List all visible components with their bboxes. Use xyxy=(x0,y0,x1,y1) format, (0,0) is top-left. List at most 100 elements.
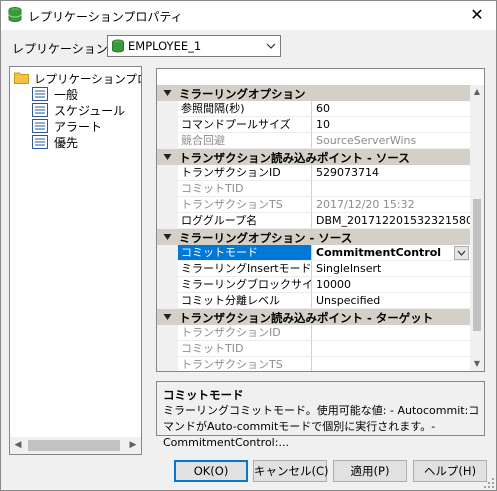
property-value[interactable] xyxy=(313,181,470,197)
scroll-down-icon[interactable]: ▼ xyxy=(472,359,482,369)
property-row[interactable]: コミット分離レベル Unspecified xyxy=(157,293,470,309)
property-name: コミット分離レベル xyxy=(178,293,312,309)
window-title: レプリケーションプロパティ xyxy=(28,10,183,24)
row-margin xyxy=(157,101,178,117)
collapse-icon[interactable] xyxy=(163,233,172,241)
property-row[interactable]: コミットTID xyxy=(157,341,470,357)
tree-root-label: レプリケーションプロパティ xyxy=(34,72,141,86)
property-row[interactable]: コミットTID xyxy=(157,181,470,197)
property-row[interactable]: ロググループ名DBM_20171220153232158099_ xyxy=(157,213,470,229)
property-value[interactable]: SourceServerWins xyxy=(313,133,470,149)
property-row[interactable]: トランザクションID xyxy=(157,325,470,341)
description-panel: コミットモード ミラーリングコミットモード。使用可能な値: - Autocomm… xyxy=(156,381,485,449)
property-value[interactable]: CommitmentControl xyxy=(313,245,470,261)
grid-top-spacer xyxy=(157,69,484,85)
property-name: ミラーリングInsertモード xyxy=(178,261,312,277)
apply-button[interactable]: 適用(P) xyxy=(333,460,407,482)
value-dropdown-button[interactable] xyxy=(454,246,469,260)
row-margin xyxy=(157,181,178,197)
row-margin xyxy=(157,325,178,341)
row-margin xyxy=(157,341,178,357)
scroll-left-icon[interactable]: ◀ xyxy=(13,440,23,450)
property-value[interactable]: SingleInsert xyxy=(313,261,470,277)
category-label: トランザクション読み込みポイント - ソース xyxy=(179,151,410,165)
chevron-down-icon xyxy=(457,250,466,256)
row-margin xyxy=(157,357,178,371)
category-label: ミラーリングオプション xyxy=(179,87,306,101)
row-margin xyxy=(157,245,178,261)
row-margin xyxy=(157,165,178,181)
grid-vertical-scrollbar[interactable]: ▲ ▼ xyxy=(470,85,484,371)
row-margin xyxy=(157,277,178,293)
tree-horizontal-scrollbar[interactable]: ◀ ▶ xyxy=(10,437,141,454)
row-margin xyxy=(157,197,178,213)
resize-grip-icon[interactable] xyxy=(484,478,494,488)
property-row[interactable]: ミラーリングInsertモード SingleInsert xyxy=(157,261,470,277)
scrollbar-thumb[interactable] xyxy=(473,199,481,331)
scroll-up-icon[interactable]: ▲ xyxy=(472,87,482,97)
collapse-icon[interactable] xyxy=(163,153,172,161)
property-row[interactable]: コミットモード CommitmentControl xyxy=(157,245,470,261)
tree-item-label: スケジュール xyxy=(54,104,126,118)
property-name: トランザクションTS xyxy=(178,197,312,213)
tree-item-label: 優先 xyxy=(54,136,79,150)
category-row[interactable]: トランザクション読み込みポイント - ターゲット xyxy=(157,309,470,325)
category-row[interactable]: ミラーリングオプション xyxy=(157,85,470,101)
scroll-right-icon[interactable]: ▶ xyxy=(128,440,138,450)
property-name: トランザクションTS xyxy=(178,357,312,371)
help-button[interactable]: ヘルプ(H) xyxy=(413,460,487,482)
database-icon xyxy=(112,39,124,53)
property-row[interactable]: ミラーリングブロックサイズ 10000 xyxy=(157,277,470,293)
property-value[interactable]: 2017/12/20 15:32 xyxy=(313,197,470,213)
property-value[interactable] xyxy=(313,341,470,357)
description-title: コミットモード xyxy=(163,388,244,402)
row-margin xyxy=(157,117,178,133)
category-label: ミラーリングオプション - ソース xyxy=(179,231,353,245)
property-value[interactable] xyxy=(313,325,470,341)
row-margin xyxy=(157,293,178,309)
settings-tree: レプリケーションプロパティ 一般 スケジュール アラート 優先 ◀ ▶ xyxy=(9,66,142,455)
property-value[interactable]: DBM_20171220153232158099_ xyxy=(313,213,470,229)
property-name: コミットモード xyxy=(178,245,312,261)
property-row[interactable]: コマンドプールサイズ 10 xyxy=(157,117,470,133)
description-text: ミラーリングコミットモード。使用可能な値: - Autocommit:コマンドが… xyxy=(163,404,480,449)
property-grid: ▲ ▼ ミラーリングオプション 参照間隔(秒) 60 コマンドプールサイズ 10 競合回避… xyxy=(156,68,485,372)
property-page-icon xyxy=(32,135,48,149)
property-value[interactable]: 10000 xyxy=(313,277,470,293)
row-margin xyxy=(157,133,178,149)
property-value[interactable]: 10 xyxy=(313,117,470,133)
category-row[interactable]: ミラーリングオプション - ソース xyxy=(157,229,470,245)
collapse-icon[interactable] xyxy=(163,313,172,321)
property-row[interactable]: トランザクションID 529073714 xyxy=(157,165,470,181)
tree-item-label: アラート xyxy=(54,120,103,134)
property-value[interactable]: 529073714 xyxy=(313,165,470,181)
category-label: トランザクション読み込みポイント - ターゲット xyxy=(179,311,434,325)
close-icon[interactable]: ✕ xyxy=(464,4,490,26)
property-row[interactable]: トランザクションTS xyxy=(157,357,470,371)
property-name: コマンドプールサイズ xyxy=(178,117,312,133)
property-name: ロググループ名 xyxy=(178,213,312,229)
property-page-icon xyxy=(32,87,48,101)
property-name: トランザクションID xyxy=(178,325,312,341)
folder-icon xyxy=(14,72,29,84)
property-row[interactable]: 参照間隔(秒) 60 xyxy=(157,101,470,117)
property-page-icon xyxy=(32,119,48,133)
collapse-icon[interactable] xyxy=(163,89,172,97)
chevron-down-icon xyxy=(266,43,276,49)
property-value[interactable] xyxy=(313,357,470,371)
cancel-button[interactable]: キャンセル(C) xyxy=(253,460,329,482)
property-value[interactable]: Unspecified xyxy=(313,293,470,309)
properties-window: レプリケーションプロパティ ✕ レプリケーション(R) EMPLOYEE_1 レ… xyxy=(0,0,497,491)
property-name: トランザクションID xyxy=(178,165,312,181)
replication-select-value: EMPLOYEE_1 xyxy=(128,39,202,53)
row-margin xyxy=(157,213,178,229)
property-value[interactable]: 60 xyxy=(313,101,470,117)
property-name: コミットTID xyxy=(178,341,312,357)
property-name: コミットTID xyxy=(178,181,312,197)
replication-select[interactable]: EMPLOYEE_1 xyxy=(107,35,281,57)
property-row[interactable]: トランザクションTS 2017/12/20 15:32 xyxy=(157,197,470,213)
ok-button[interactable]: OK(O) xyxy=(174,460,248,482)
scrollbar-thumb[interactable] xyxy=(28,440,120,451)
property-row[interactable]: 競合回避 SourceServerWins xyxy=(157,133,470,149)
category-row[interactable]: トランザクション読み込みポイント - ソース xyxy=(157,149,470,165)
